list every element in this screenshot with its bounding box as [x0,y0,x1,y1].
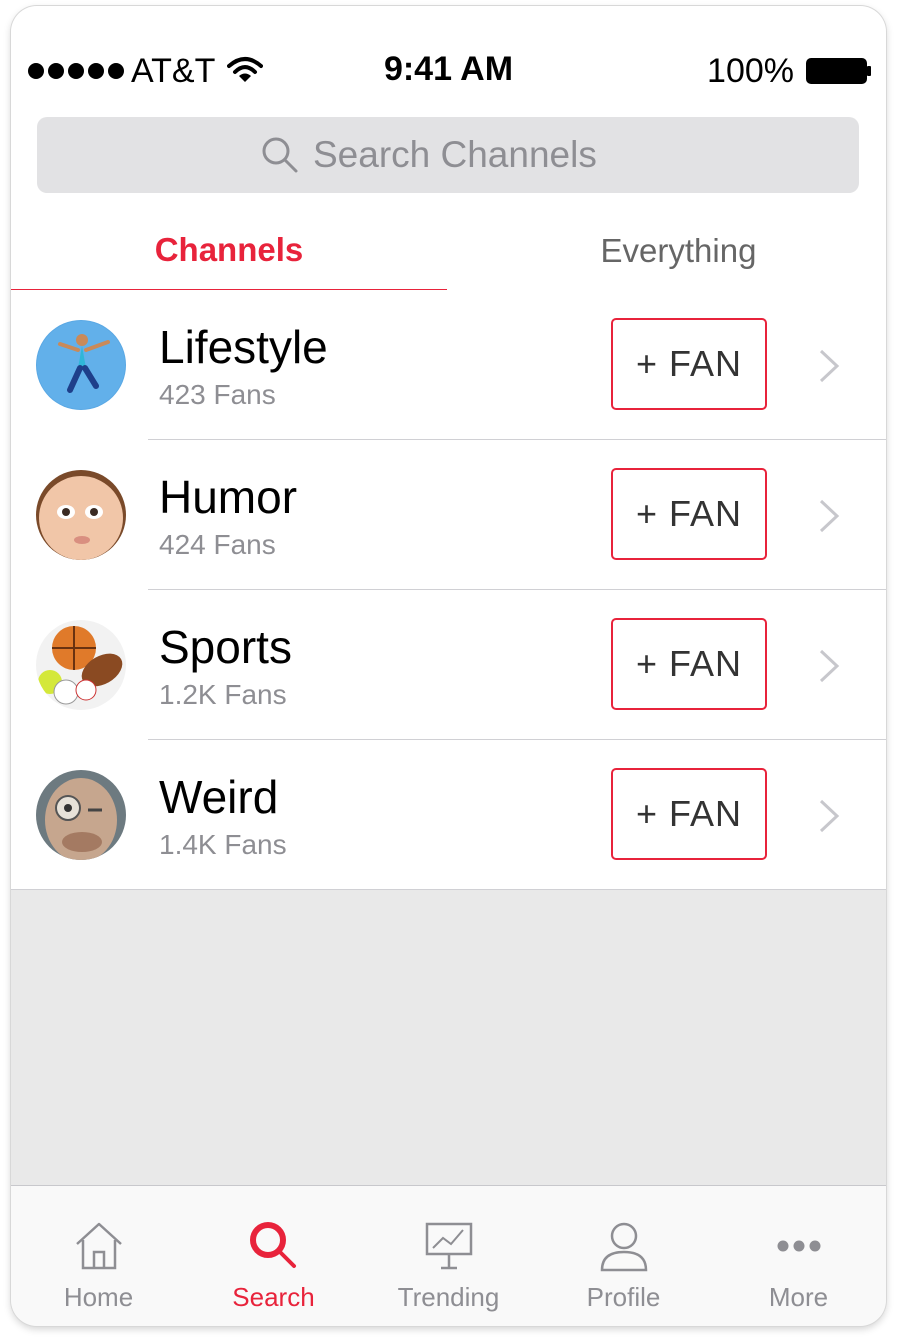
bottom-tab-bar: Home Search Trending Profile More [11,1185,886,1326]
sports-avatar [36,620,126,710]
channel-name: Sports [159,621,292,673]
tab-bar-label: Trending [397,1282,500,1312]
fan-button-weird[interactable]: + FAN [611,768,767,860]
tab-bar-label: More [768,1282,829,1312]
chevron-right-icon[interactable] [817,498,841,534]
fan-button-sports[interactable]: + FAN [611,618,767,710]
tab-channels[interactable]: Channels [11,211,447,291]
fan-button-lifestyle[interactable]: + FAN [611,318,767,410]
search-icon [249,1222,296,1268]
tab-bar-item-profile[interactable]: Profile [536,1186,711,1326]
phone-screen: AT&T 9:41 AM 100% Channels Every [11,6,886,1326]
channel-row-lifestyle[interactable]: Lifestyle 423 Fans + FAN [11,290,886,440]
channel-row-weird[interactable]: Weird 1.4K Fans + FAN [11,740,886,890]
chevron-right-icon[interactable] [817,348,841,384]
lifestyle-avatar [36,320,126,410]
tab-bar-label: Profile [586,1282,661,1312]
status-bar: AT&T 9:41 AM 100% [11,46,886,96]
channel-row-humor[interactable]: Humor 424 Fans + FAN [11,440,886,590]
more-icon [777,1240,820,1252]
battery-percentage: 100% [707,52,794,90]
tab-everything[interactable]: Everything [471,211,886,291]
search-input[interactable] [311,133,635,177]
trending-icon [425,1222,472,1270]
tab-bar-item-home[interactable]: Home [11,1186,186,1326]
search-icon [262,137,298,173]
segment-tabs: Channels Everything [11,211,886,292]
content-area: AT&T 9:41 AM 100% Channels Every [11,6,886,890]
fan-button-humor[interactable]: + FAN [611,468,767,560]
search-bar[interactable] [37,117,859,193]
row-divider [11,889,886,890]
channel-row-sports[interactable]: Sports 1.2K Fans + FAN [11,590,886,740]
channel-fan-count: 1.4K Fans [159,829,287,860]
channel-fan-count: 1.2K Fans [159,679,287,710]
channel-name: Weird [159,771,279,823]
chevron-right-icon[interactable] [817,798,841,834]
channel-list: Lifestyle 423 Fans + FAN Humor 424 Fans … [11,290,886,890]
tab-bar-item-search[interactable]: Search [186,1186,361,1326]
tab-bar-label: Home [63,1282,134,1312]
channel-name: Lifestyle [159,321,328,373]
channel-fan-count: 423 Fans [159,379,276,410]
weird-avatar [36,770,126,860]
humor-avatar [36,470,126,560]
tab-bar-item-trending[interactable]: Trending [361,1186,536,1326]
battery-icon [806,58,871,84]
home-icon [75,1222,122,1270]
tab-bar-label: Search [232,1282,315,1312]
channel-fan-count: 424 Fans [159,529,276,560]
chevron-right-icon[interactable] [817,648,841,684]
tab-bar-item-more[interactable]: More [711,1186,886,1326]
channel-name: Humor [159,471,298,523]
profile-icon [600,1222,647,1272]
